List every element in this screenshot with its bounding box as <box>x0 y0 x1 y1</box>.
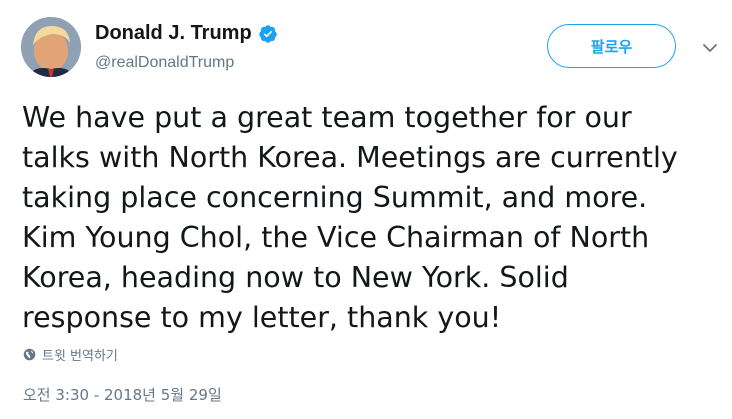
follow-button[interactable]: 팔로우 <box>547 24 676 68</box>
author-display-name[interactable]: Donald J. Trump <box>95 22 252 45</box>
avatar[interactable] <box>21 17 81 77</box>
verified-badge-icon <box>258 24 277 43</box>
translate-tweet-link[interactable]: 트윗 번역하기 <box>23 345 118 364</box>
author-handle[interactable]: @realDonaldTrump <box>95 54 234 72</box>
chevron-down-icon[interactable] <box>702 42 718 54</box>
author-name-row: Donald J. Trump <box>95 22 278 45</box>
translate-label[interactable]: 트윗 번역하기 <box>42 345 118 364</box>
tweet-timestamp[interactable]: 오전 3:30 - 2018년 5월 29일 <box>23 384 222 405</box>
tweet-text: We have put a great team together for ou… <box>22 101 678 334</box>
globe-icon <box>23 348 36 361</box>
